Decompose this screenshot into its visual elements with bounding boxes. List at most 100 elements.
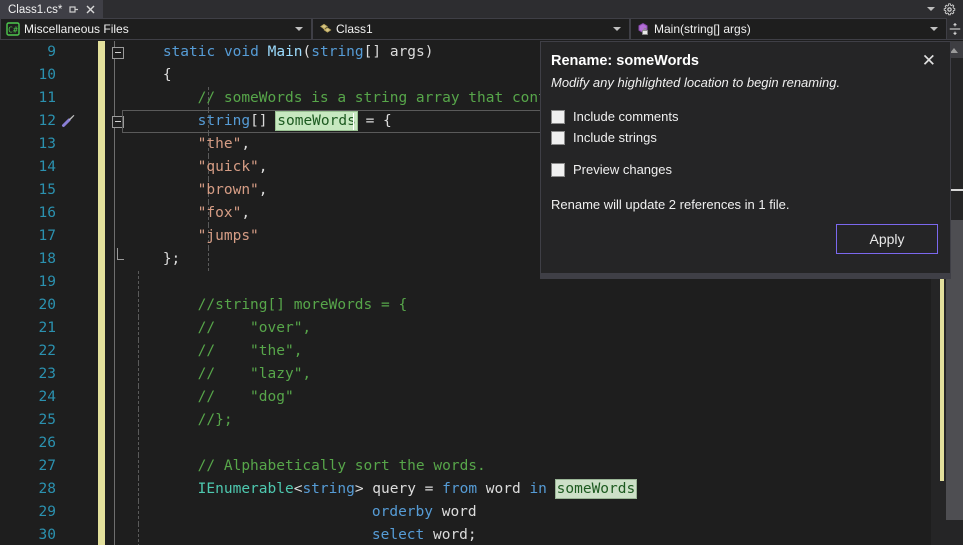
rename-option-1[interactable]: Include comments — [551, 106, 940, 127]
svg-text:C#: C# — [8, 26, 18, 35]
outlining-margin-line — [114, 524, 115, 545]
line-number: 28 — [0, 478, 56, 501]
navigation-bar: C# Miscellaneous Files Class1 Main(strin… — [0, 18, 963, 40]
navbar-member-label: Main(string[] args) — [654, 18, 924, 40]
tab-strip-actions — [927, 0, 963, 18]
code-text: "the", — [198, 133, 250, 156]
line-number: 24 — [0, 386, 56, 409]
outlining-margin-line — [114, 271, 115, 294]
code-text: // "over", — [198, 317, 312, 340]
checkbox[interactable] — [551, 110, 565, 124]
change-bar — [98, 294, 105, 317]
change-bar — [98, 432, 105, 455]
outlining-margin-line — [114, 64, 115, 87]
document-tab-class1[interactable]: Class1.cs* — [0, 0, 103, 18]
outlining-margin-line — [114, 409, 115, 432]
line-number: 29 — [0, 501, 56, 524]
code-text: IEnumerable<string> query = from word in… — [198, 478, 637, 501]
outlining-margin-line — [114, 478, 115, 501]
outlining-margin-line — [114, 202, 115, 225]
code-text: //string[] moreWords = { — [198, 294, 408, 317]
apply-button[interactable]: Apply — [836, 224, 938, 254]
code-line[interactable]: 29orderby word — [0, 501, 963, 524]
method-private-icon — [635, 21, 651, 37]
line-number: 13 — [0, 133, 56, 156]
indent-guide — [208, 248, 209, 271]
region-end-marker — [117, 248, 124, 260]
code-text: // "the", — [198, 340, 303, 363]
line-number: 21 — [0, 317, 56, 340]
outlining-margin-line — [114, 340, 115, 363]
line-number: 20 — [0, 294, 56, 317]
checkbox[interactable] — [551, 163, 565, 177]
pin-icon[interactable] — [68, 4, 79, 15]
outlining-margin-line — [114, 225, 115, 248]
rename-dialog-options: Include comments Include strings Preview c… — [541, 90, 950, 180]
visual-studio-editor-window: Class1.cs* C# Miscellaneous Files — [0, 0, 963, 545]
code-line[interactable]: 25//}; — [0, 409, 963, 432]
rename-dialog-footer: Apply — [541, 212, 950, 254]
line-number: 27 — [0, 455, 56, 478]
outlining-margin-line — [114, 501, 115, 524]
outlining-margin-line — [114, 386, 115, 409]
checkbox[interactable] — [551, 131, 565, 145]
code-line[interactable]: 24 // "dog" — [0, 386, 963, 409]
indent-guide — [138, 317, 139, 340]
code-line[interactable]: 21 // "over", — [0, 317, 963, 340]
code-text: // "dog" — [198, 386, 294, 409]
outlining-margin-line — [114, 248, 115, 271]
code-line[interactable]: 26 — [0, 432, 963, 455]
code-text: // someWords is a string array that cont… — [198, 87, 582, 110]
indent-guide — [138, 524, 139, 545]
outlining-margin-line — [114, 133, 115, 156]
navbar-project-dropdown[interactable]: C# Miscellaneous Files — [0, 18, 312, 40]
close-icon[interactable] — [85, 4, 96, 15]
rename-option-2[interactable]: Include strings — [551, 127, 940, 148]
csharp-file-icon: C# — [5, 21, 21, 37]
rename-option-label: Preview changes — [573, 162, 672, 177]
chevron-down-icon — [295, 27, 303, 31]
collapse-region-icon[interactable] — [112, 47, 124, 59]
document-tab-strip: Class1.cs* — [0, 0, 963, 18]
code-line[interactable]: 28 IEnumerable<string> query = from word … — [0, 478, 963, 501]
code-line[interactable]: 27// Alphabetically sort the words. — [0, 455, 963, 478]
line-number: 10 — [0, 64, 56, 87]
code-text: }; — [163, 248, 180, 271]
code-line[interactable]: 30select word; — [0, 524, 963, 545]
close-icon[interactable]: ✕ — [920, 53, 938, 68]
outlining-margin-line — [114, 317, 115, 340]
code-text: static void Main(string[] args) — [163, 41, 434, 64]
change-bar — [98, 501, 105, 524]
outlining-margin-line — [114, 363, 115, 386]
chevron-down-icon — [930, 27, 938, 31]
outlining-margin-line — [114, 455, 115, 478]
line-number: 30 — [0, 524, 56, 545]
code-line[interactable]: 22// "the", — [0, 340, 963, 363]
indent-guide — [138, 363, 139, 386]
navbar-project-label: Miscellaneous Files — [24, 18, 289, 40]
change-bar — [98, 455, 105, 478]
indent-guide — [138, 478, 139, 501]
outlining-margin-line — [114, 156, 115, 179]
change-bar — [98, 202, 105, 225]
outlining-margin-line — [114, 179, 115, 202]
split-view-icon[interactable] — [947, 18, 963, 39]
screwdriver-quickaction-icon[interactable] — [60, 113, 76, 129]
code-line[interactable]: 20 //string[] moreWords = { — [0, 294, 963, 317]
indent-guide — [138, 432, 139, 455]
code-text: "jumps" — [198, 225, 259, 248]
chevron-down-icon[interactable] — [927, 7, 935, 11]
change-bar — [98, 133, 105, 156]
gear-icon[interactable] — [943, 3, 956, 16]
code-line[interactable]: 23// "lazy", — [0, 363, 963, 386]
rename-option-3[interactable]: Preview changes — [551, 159, 940, 180]
navbar-type-dropdown[interactable]: Class1 — [312, 18, 630, 40]
change-bar — [98, 248, 105, 271]
change-bar — [98, 64, 105, 87]
current-line-edge — [122, 110, 123, 133]
indent-guide — [138, 271, 139, 294]
rename-dialog: Rename: someWords ✕ Modify any highlight… — [540, 41, 951, 279]
navbar-member-dropdown[interactable]: Main(string[] args) — [630, 18, 947, 40]
rename-option-label: Include strings — [573, 130, 657, 145]
chevron-down-icon — [613, 27, 621, 31]
